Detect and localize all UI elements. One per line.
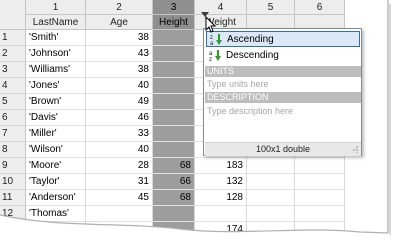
torn-edge-frame [0, 0, 402, 250]
